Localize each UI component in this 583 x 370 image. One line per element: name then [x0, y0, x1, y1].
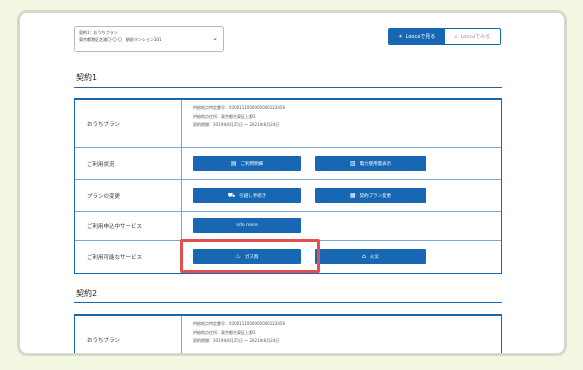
highlight-box [180, 239, 320, 273]
change-plan-button[interactable]: ▦ 契約プラン変更 [315, 188, 426, 203]
toggle-option-inactive[interactable]: ⌂ Loocaでみる [445, 29, 501, 44]
lightbulb-icon: ☀ [398, 33, 403, 40]
plan-row: おうちプラン 供給地点特定番号：0300111000000000123456 供… [75, 100, 501, 148]
contract2-divider [74, 302, 502, 303]
chevron-down-icon: ⌄ [212, 34, 218, 42]
contract-select-line2: 東京都港区芝浦〇-〇-〇 駅前マンション101 [79, 37, 162, 42]
plan-info-2: 供給地点特定番号：0300111000000000123456 供給地点住所：東… [193, 321, 285, 343]
usage-label: ご利用状況 [75, 148, 182, 179]
contract2-table: おうちプラン 供給地点特定番号：0300111000000000123456 供… [74, 314, 502, 353]
contract2-title: 契約2 [76, 289, 98, 298]
plan-label: おうちプラン [75, 100, 182, 147]
house-icon: ⌂ [362, 253, 366, 260]
clipboard-icon: ▦ [349, 192, 356, 199]
plan-change-label: プランの変更 [75, 180, 182, 211]
moving-button[interactable]: ⛟ 引越し手続き [193, 188, 301, 203]
plan-label-2: おうちプラン [75, 316, 182, 353]
contract1-divider [74, 87, 502, 88]
plan-change-row: プランの変更 ⛟ 引越し手続き ▦ 契約プラン変更 [75, 180, 501, 212]
applying-row: ご利用申込中サービス info more [75, 212, 501, 241]
chart-icon: ▥ [349, 160, 356, 167]
home-icon: ⌂ [454, 33, 458, 40]
applying-service-button[interactable]: info more [193, 218, 301, 233]
document-icon: ▤ [230, 160, 237, 167]
truck-icon: ⛟ [227, 191, 236, 199]
power-usage-button[interactable]: ▥ 電力使用量表示 [315, 156, 426, 171]
applying-label: ご利用申込中サービス [75, 212, 182, 240]
screenshot-card: 契約1：おうちプラン 東京都港区芝浦〇-〇-〇 駅前マンション101 ⌄ ☀ L… [17, 10, 567, 356]
fire-insurance-button[interactable]: ⌂ 火災 [315, 249, 426, 264]
usage-row: ご利用状況 ▤ ご利用明細 ▥ 電力使用量表示 [75, 148, 501, 180]
usage-detail-button[interactable]: ▤ ご利用明細 [193, 156, 301, 171]
plan-info: 供給地点特定番号：0300111000000000123456 供給地点住所：東… [193, 105, 285, 127]
contract-select-line1: 契約1：おうちプラン [79, 30, 118, 35]
plan-row-2: おうちプラン 供給地点特定番号：0300111000000000123456 供… [75, 316, 501, 353]
toggle-option-active[interactable]: ☀ Loocaで見る [389, 29, 445, 44]
contract-select[interactable]: 契約1：おうちプラン 東京都港区芝浦〇-〇-〇 駅前マンション101 ⌄ [74, 26, 224, 52]
view-toggle[interactable]: ☀ Loocaで見る ⌂ Loocaでみる [388, 28, 501, 45]
available-label: ご利用可能なサービス [75, 241, 182, 273]
contract1-title: 契約1 [76, 73, 98, 82]
